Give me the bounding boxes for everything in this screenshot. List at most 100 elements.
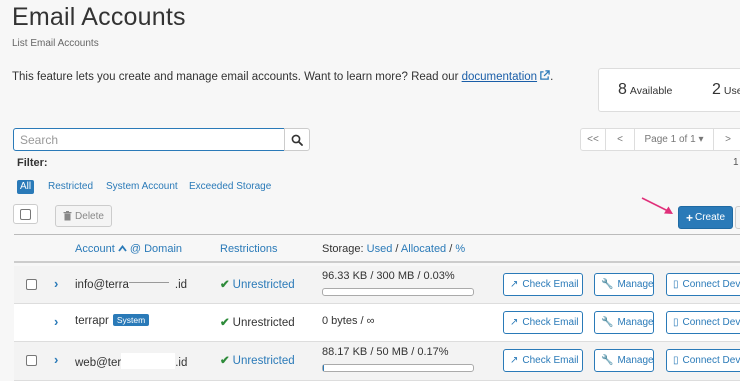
intro-sentence: This feature lets you create and manage … [12, 71, 459, 83]
wrench-icon: 🔧 [601, 279, 614, 290]
page-subtitle: List Email Accounts [12, 38, 99, 49]
account-name: web@ter .id [75, 353, 187, 369]
wrench-icon: 🔧 [601, 355, 614, 366]
connect-devices-button[interactable]: ▯ Connect Dev [666, 311, 740, 334]
storage-usage: 0 bytes / ∞ [322, 315, 375, 327]
filter-all[interactable]: All [17, 180, 35, 194]
available-label: Available [629, 85, 673, 97]
check-icon: ✔ [220, 279, 230, 291]
restriction-label: Unrestricted [232, 317, 295, 329]
account-suffix: .id [174, 279, 188, 291]
redacted-domain [128, 277, 175, 288]
delete-label: Delete [75, 210, 104, 222]
storage-usage: 96.33 KB / 300 MB / 0.03% [322, 270, 455, 282]
account-column-header[interactable]: Account @ Domain [75, 243, 182, 255]
phone-icon: ▯ [673, 279, 679, 290]
manage-button[interactable]: 🔧 Manage [594, 349, 654, 372]
storage-usage: 88.17 KB / 50 MB / 0.17% [322, 346, 449, 358]
connect-label: Connect Dev [682, 317, 740, 328]
annotation-arrow-icon [641, 197, 673, 214]
connect-label: Connect Dev [682, 279, 740, 290]
available-count: 8 [618, 81, 627, 98]
wrench-icon: 🔧 [601, 317, 614, 328]
filter-system-account[interactable]: System Account [106, 180, 178, 194]
phone-icon: ▯ [673, 317, 679, 328]
account-suffix: .id [175, 357, 188, 369]
sort-percent-link[interactable]: % [455, 243, 465, 255]
restriction-status[interactable]: ✔ Unrestricted [220, 277, 295, 291]
sort-asc-icon[interactable] [118, 245, 127, 252]
check-email-label: Check Email [522, 279, 579, 290]
external-link-icon[interactable] [539, 70, 550, 81]
connect-devices-button[interactable]: ▯ Connect Dev [666, 349, 740, 372]
restrictions-column-header[interactable]: Restrictions [220, 243, 277, 255]
next-page-button[interactable]: > [713, 128, 740, 151]
manage-button[interactable]: 🔧 Manage [594, 311, 654, 334]
storage-progress-bar [322, 364, 474, 372]
connect-devices-button[interactable]: ▯ Connect Dev [666, 273, 740, 296]
check-email-icon: ↗ [510, 355, 519, 366]
prev-page-button[interactable]: < [605, 128, 635, 151]
table-header: Account @ Domain Restrictions Storage: U… [14, 234, 740, 263]
used-label: Use [723, 85, 740, 97]
select-all-checkbox[interactable] [20, 208, 31, 220]
account-stats: 8 Available 2 Use [598, 68, 740, 112]
used-count: 2 [712, 81, 721, 98]
sort-allocated-link[interactable]: Allocated [401, 243, 446, 255]
filter-label: Filter: [17, 157, 48, 169]
restriction-status[interactable]: ✔ Unrestricted [220, 353, 295, 367]
account-local: web@ter [75, 357, 122, 369]
filter-exceeded-storage[interactable]: Exceeded Storage [189, 180, 271, 194]
check-email-icon: ↗ [510, 279, 519, 290]
manage-label: Manage [617, 317, 654, 328]
row-checkbox[interactable] [26, 279, 37, 290]
account-name: info@terra .id [75, 277, 187, 291]
create-button[interactable]: + Create [678, 206, 733, 229]
restriction-label[interactable]: Unrestricted [233, 279, 295, 291]
account-local: info@terra [75, 279, 129, 291]
restriction-status: ✔ Unrestricted [220, 315, 295, 329]
plus-icon: + [685, 210, 693, 225]
phone-icon: ▯ [673, 355, 679, 366]
intro-text: This feature lets you create and manage … [12, 70, 553, 83]
select-all-toggle[interactable] [13, 204, 38, 224]
account-header-label: Account [75, 243, 115, 255]
account-local: terrapr [75, 315, 109, 327]
search-input[interactable] [14, 129, 284, 150]
storage-header-label: Storage: [322, 243, 364, 255]
table-row: › terrapr System ✔ Unrestricted 0 bytes / … [14, 304, 740, 342]
storage-column-header: Storage: Used / Allocated / % [322, 243, 466, 255]
check-icon: ✔ [220, 317, 230, 329]
result-count: 1 [733, 157, 739, 168]
page-title: Email Accounts [12, 3, 186, 31]
sort-used-link[interactable]: Used [367, 243, 393, 255]
filter-restricted[interactable]: Restricted [48, 180, 93, 194]
domain-header-label[interactable]: @ Domain [130, 243, 182, 255]
table-row: › info@terra .id ✔ Unrestricted 96.33 KB /… [14, 266, 740, 304]
intro-end: . [550, 71, 554, 83]
documentation-link[interactable]: documentation [462, 71, 537, 83]
check-email-button[interactable]: ↗ Check Email [503, 273, 583, 296]
check-email-button[interactable]: ↗ Check Email [503, 311, 583, 334]
page-select[interactable]: Page 1 of 1 ▾ [634, 128, 714, 151]
storage-progress-bar [322, 288, 474, 296]
check-email-icon: ↗ [510, 317, 519, 328]
create-label: Create [695, 212, 726, 223]
row-checkbox[interactable] [26, 355, 37, 366]
create-options-button[interactable] [735, 206, 740, 229]
search-button[interactable] [284, 128, 310, 151]
expand-row-icon[interactable]: › [54, 314, 58, 329]
manage-button[interactable]: 🔧 Manage [594, 273, 654, 296]
expand-row-icon[interactable]: › [54, 276, 58, 291]
delete-button[interactable]: Delete [55, 205, 112, 227]
manage-label: Manage [617, 279, 654, 290]
check-email-button[interactable]: ↗ Check Email [503, 349, 583, 372]
first-page-button[interactable]: << [580, 128, 606, 151]
available-stat: 8 Available [618, 81, 672, 99]
expand-row-icon[interactable]: › [54, 352, 58, 367]
used-stat: 2 Use [712, 81, 740, 99]
search-icon [291, 134, 303, 146]
manage-label: Manage [617, 355, 654, 366]
redacted-domain [121, 353, 176, 369]
restriction-label[interactable]: Unrestricted [233, 355, 295, 367]
